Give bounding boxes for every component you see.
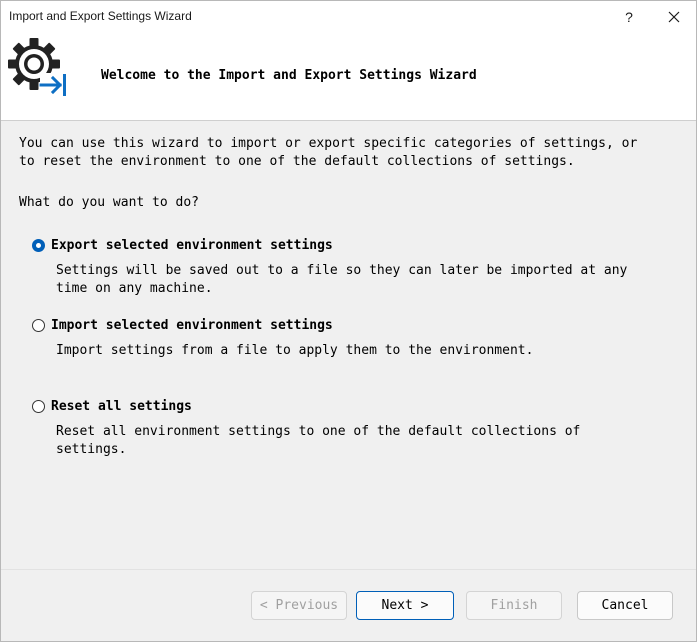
option-import: Import selected environment settings Imp… [31,316,671,360]
question-text: What do you want to do? [19,195,200,210]
next-button[interactable]: Next > [356,591,454,620]
description-line: Import settings from a file to apply the… [56,343,534,358]
help-icon: ? [625,8,633,25]
wizard-banner: Welcome to the Import and Export Setting… [1,32,696,121]
intro-line: to reset the environment to one of the d… [19,154,575,169]
export-option-label[interactable]: Export selected environment settings [51,238,333,253]
footer-divider [1,569,696,570]
reset-radio-button[interactable] [32,399,45,413]
cancel-button[interactable]: Cancel [577,591,673,620]
finish-button[interactable]: Finish [466,591,562,620]
close-icon [668,11,680,22]
close-button[interactable] [652,1,696,32]
wizard-window: Import and Export Settings Wizard ? Welc… [0,0,697,642]
banner-title: Welcome to the Import and Export Setting… [101,68,477,83]
description-line: settings. [56,442,127,457]
reset-radio-option[interactable]: Reset all settings [31,397,671,415]
help-button[interactable]: ? [607,1,651,32]
reset-option-label[interactable]: Reset all settings [51,399,192,414]
description-line: Settings will be saved out to a file so … [56,263,628,278]
import-radio-button[interactable] [32,318,45,332]
import-radio-option[interactable]: Import selected environment settings [31,316,671,334]
option-export: Export selected environment settings Set… [31,236,671,298]
option-reset: Reset all settings Reset all environment… [31,397,671,459]
export-option-description: Settings will be saved out to a file so … [56,262,656,298]
description-line: time on any machine. [56,281,213,296]
previous-button[interactable]: < Previous [251,591,347,620]
intro-line: You can use this wizard to import or exp… [19,136,638,151]
window-title: Import and Export Settings Wizard [9,9,192,23]
export-radio-button[interactable] [32,238,45,252]
gear-export-icon [8,38,68,97]
import-option-label[interactable]: Import selected environment settings [51,318,333,333]
reset-option-description: Reset all environment settings to one of… [56,423,656,459]
title-bar: Import and Export Settings Wizard ? [1,1,696,32]
import-option-description: Import settings from a file to apply the… [56,342,656,360]
export-radio-option[interactable]: Export selected environment settings [31,236,671,254]
intro-text: You can use this wizard to import or exp… [19,135,689,171]
description-line: Reset all environment settings to one of… [56,424,581,439]
